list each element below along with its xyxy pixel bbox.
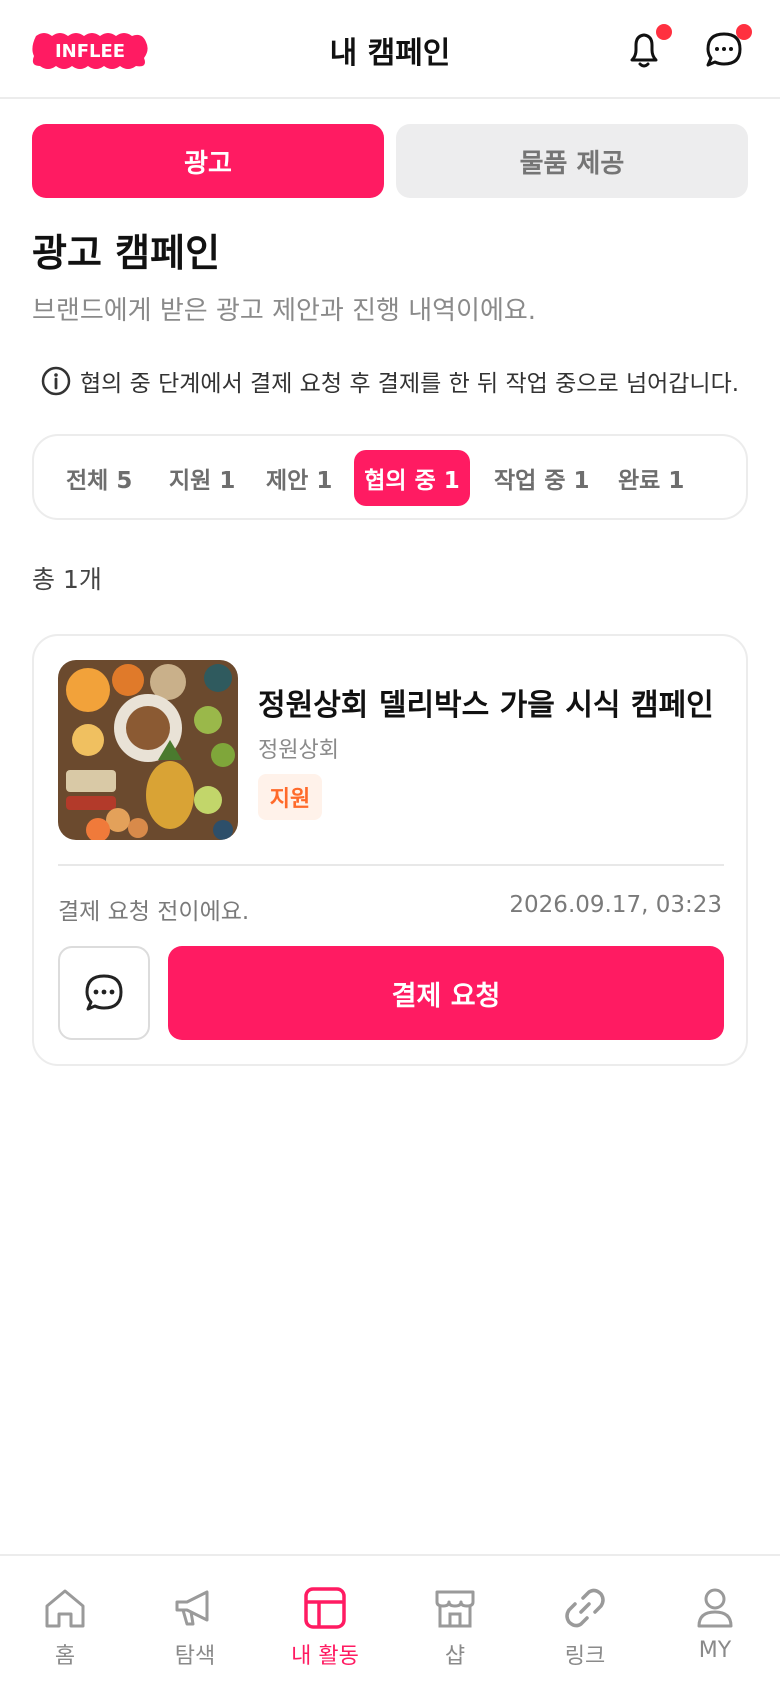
campaign-brand: 정원상회 <box>258 738 339 763</box>
nav-link[interactable]: 링크 <box>520 1584 650 1670</box>
nav-my-activity-label: 내 활동 <box>291 1644 359 1669</box>
request-payment-button[interactable]: 결제 요청 <box>168 946 724 1040</box>
campaign-card[interactable]: 정원상회 델리박스 가을 시식 캠페인 정원상회 지원 결제 요청 전이에요. … <box>32 634 748 1066</box>
filter-proposed[interactable]: 제안 1 <box>252 450 346 506</box>
nav-shop-label: 샵 <box>444 1644 466 1669</box>
chat-bubble-icon <box>85 974 123 1011</box>
store-icon <box>435 1590 475 1628</box>
link-icon <box>565 1588 605 1628</box>
megaphone-icon <box>175 1590 209 1626</box>
campaign-thumbnail <box>58 660 238 840</box>
status-badge: 지원 <box>258 774 322 820</box>
info-notice: 협의 중 단계에서 결제 요청 후 결제를 한 뒤 작업 중으로 넘어갑니다. <box>40 364 739 398</box>
info-text: 협의 중 단계에서 결제 요청 후 결제를 한 뒤 작업 중으로 넘어갑니다. <box>80 371 740 397</box>
info-icon <box>41 366 71 396</box>
filter-in-progress[interactable]: 작업 중 1 <box>480 450 604 506</box>
message-badge <box>736 24 752 40</box>
notification-badge <box>656 24 672 40</box>
campaign-title: 정원상회 델리박스 가을 시식 캠페인 <box>258 688 714 723</box>
campaign-datetime: 2026.09.17, 03:23 <box>509 892 722 918</box>
filter-negotiating[interactable]: 협의 중 1 <box>354 450 470 506</box>
divider <box>58 864 724 866</box>
section-title: 광고 캠페인 <box>32 231 221 275</box>
nav-home-label: 홈 <box>54 1644 76 1669</box>
segment-ad[interactable]: 광고 <box>32 124 384 198</box>
layout-icon <box>304 1587 346 1629</box>
nav-my-label: MY <box>698 1638 732 1663</box>
payment-status: 결제 요청 전이에요. <box>58 899 250 925</box>
filter-all[interactable]: 전체 5 <box>52 450 146 506</box>
notifications-button[interactable] <box>622 24 672 72</box>
top-header: INFLEE 내 캠페인 <box>0 0 780 99</box>
segment-product-offer[interactable]: 물품 제공 <box>396 124 748 198</box>
filter-completed[interactable]: 완료 1 <box>604 450 698 506</box>
nav-my[interactable]: MY <box>650 1584 780 1663</box>
bottom-navigation: 홈 탐색 내 활동 샵 링크 MY <box>0 1554 780 1688</box>
home-icon <box>45 1589 85 1628</box>
nav-shop[interactable]: 샵 <box>390 1584 520 1670</box>
status-filter-bar: 전체 5 지원 1 제안 1 협의 중 1 작업 중 1 완료 1 <box>32 434 748 520</box>
nav-my-activity[interactable]: 내 활동 <box>260 1584 390 1670</box>
total-count: 총 1개 <box>32 565 102 594</box>
messages-button[interactable] <box>702 24 752 72</box>
nav-explore-label: 탐색 <box>174 1644 216 1669</box>
user-icon <box>697 1588 733 1628</box>
nav-home[interactable]: 홈 <box>0 1584 130 1670</box>
nav-link-label: 링크 <box>564 1644 606 1669</box>
section-subtitle: 브랜드에게 받은 광고 제안과 진행 내역이에요. <box>32 296 537 326</box>
filter-applied[interactable]: 지원 1 <box>155 450 249 506</box>
nav-explore[interactable]: 탐색 <box>130 1584 260 1670</box>
chat-button[interactable] <box>58 946 150 1040</box>
